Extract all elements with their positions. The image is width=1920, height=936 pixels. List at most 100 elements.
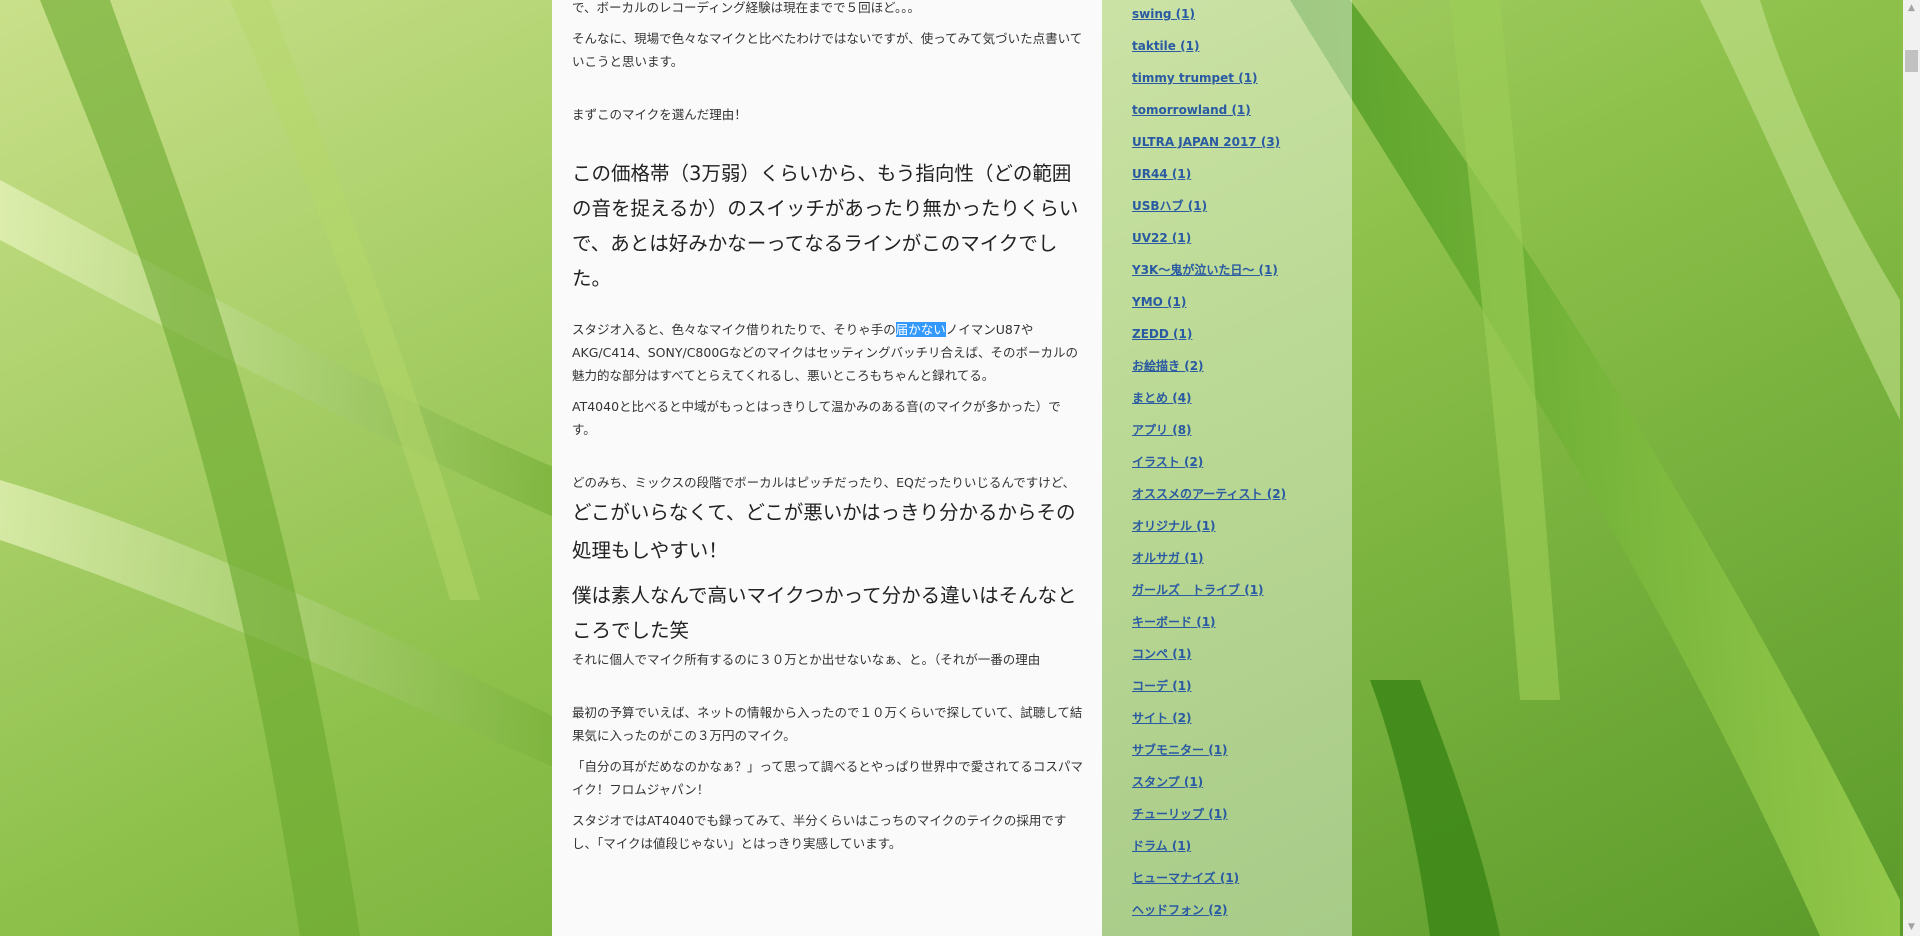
tag-link[interactable]: swing (1) [1132,7,1195,21]
tag-link[interactable]: ULTRA JAPAN 2017 (3) [1132,135,1280,149]
tag-list-item: キーボード (1) [1132,608,1286,640]
tag-label: USBハブ [1132,199,1184,213]
article-content: で、ボーカルのレコーディング経験は現在までで５回ほど。。。そんなに、現場で色々な… [552,0,1102,936]
tag-label: ヘッドフォン [1132,903,1205,917]
tag-label: tomorrowland [1132,103,1228,117]
tag-list: swing (1) taktile (1) timmy trumpet (1) tom… [1132,0,1286,928]
tag-link[interactable]: ガールズ トライブ (1) [1132,583,1264,597]
tag-link[interactable]: キーボード (1) [1132,615,1216,629]
sidebar-tag-list: swing (1) taktile (1) timmy trumpet (1) tom… [1102,0,1352,936]
tag-count: (1) [1180,39,1200,53]
tag-link[interactable]: USBハブ (1) [1132,199,1207,213]
scroll-down-arrow-icon[interactable]: ▼ [1903,919,1920,936]
tag-link[interactable]: まとめ (4) [1132,391,1192,405]
tag-label: ULTRA JAPAN 2017 [1132,135,1257,149]
tag-count: (2) [1183,455,1204,469]
tag-link[interactable]: スタンプ (1) [1132,775,1203,789]
tag-link[interactable]: オリジナル (1) [1132,519,1216,533]
tag-link[interactable]: ZEDD (1) [1132,327,1192,341]
tag-link[interactable]: コーデ (1) [1132,679,1192,693]
tag-count: (1) [1196,615,1216,629]
tag-link[interactable]: チューリップ (1) [1132,807,1228,821]
tag-label: YMO [1132,295,1163,309]
tag-label: サブモニター [1132,743,1205,757]
tag-link[interactable]: オルサガ (1) [1132,551,1204,565]
tag-link[interactable]: taktile (1) [1132,39,1199,53]
tag-link[interactable]: Y3K～鬼が泣いた日～ (1) [1132,263,1278,277]
paragraph-emphasis-text: どこがいらなくて、どこが悪いかはっきり分かるからその処理もしやすい！ [572,501,1076,562]
tag-list-item: timmy trumpet (1) [1132,64,1286,96]
tag-list-item: お絵描き (2) [1132,352,1286,384]
tag-label: お絵描き [1132,359,1181,373]
tag-list-item: サイト (2) [1132,704,1286,736]
tag-list-item: Y3K～鬼が泣いた日～ (1) [1132,256,1286,288]
tag-list-item: UR44 (1) [1132,160,1286,192]
tag-label: UV22 [1132,231,1168,245]
tag-count: (1) [1258,263,1278,277]
tag-list-item: コーデ (1) [1132,672,1286,704]
article-mixed-size-paragraph: どのみち、ミックスの段階でボーカルはピッチだったり、EQだったりいじるんですけど… [572,471,1084,570]
tag-link[interactable]: ヒューマナイズ (1) [1132,871,1239,885]
tag-list-item: チューリップ (1) [1132,800,1286,832]
tag-list-item: tomorrowland (1) [1132,96,1286,128]
tag-count: (1) [1208,807,1228,821]
tag-list-item: YMO (1) [1132,288,1286,320]
tag-link[interactable]: オススメのアーティスト (2) [1132,487,1286,501]
tag-count: (1) [1238,71,1258,85]
tag-list-item: taktile (1) [1132,32,1286,64]
tag-label: swing [1132,7,1172,21]
tag-link[interactable]: UV22 (1) [1132,231,1191,245]
tag-link[interactable]: timmy trumpet (1) [1132,71,1258,85]
tag-list-item: ドラム (1) [1132,832,1286,864]
tag-label: イラスト [1132,455,1180,469]
tag-count: (4) [1172,391,1192,405]
tag-link[interactable]: イラスト (2) [1132,455,1203,469]
tag-count: (1) [1171,167,1192,181]
tag-link[interactable]: コンペ (1) [1132,647,1192,661]
tag-label: timmy trumpet [1132,71,1235,85]
tag-count: (1) [1183,775,1204,789]
article-paragraph: AT4040と比べると中域がもっとはっきりして温かみのある音(のマイクが多かった… [572,399,1061,437]
tag-label: コンペ [1132,647,1169,661]
selected-text-highlight: 届かない [895,322,946,337]
tag-list-item: オリジナル (1) [1132,512,1286,544]
tag-count: (1) [1196,519,1216,533]
scroll-up-arrow-icon[interactable]: ▲ [1903,0,1920,17]
tag-label: コーデ [1132,679,1169,693]
tag-label: UR44 [1132,167,1168,181]
tag-link[interactable]: tomorrowland (1) [1132,103,1251,117]
scrollbar-thumb[interactable] [1905,50,1918,72]
article-paragraph: それに個人でマイク所有するのに３０万とか出せないなぁ、と。（それが一番の理由 [572,652,1041,667]
tag-count: (3) [1260,135,1281,149]
article-paragraph: 「自分の耳がだめなのかなぁ？」って思って調べるとやっぱり世界中で愛されてるコスパ… [572,759,1083,797]
tag-list-item: ヒューマナイズ (1) [1132,864,1286,896]
tag-label: オススメのアーティスト [1132,487,1263,501]
tag-label: まとめ [1132,391,1169,405]
tag-count: (1) [1172,679,1192,693]
tag-link[interactable]: ドラム (1) [1132,839,1191,853]
tag-list-item: ヘッドフォン (2) [1132,896,1286,928]
tag-count: (2) [1172,711,1192,725]
tag-label: オリジナル [1132,519,1193,533]
article-paragraph: で、ボーカルのレコーディング経験は現在までで５回ほど。。。 [572,0,921,15]
article-paragraph-with-selection: スタジオ入ると、色々なマイク借りれたりで、そりゃ手の届かないノイマンU87やAK… [572,318,1084,387]
article-paragraph: そんなに、現場で色々なマイクと比べたわけではないですが、使ってみて気づいた点書い… [572,31,1083,69]
tag-link[interactable]: お絵描き (2) [1132,359,1204,373]
tag-label: ガールズ トライブ [1132,583,1241,597]
article-body: で、ボーカルのレコーディング経験は現在までで５回ほど。。。そんなに、現場で色々な… [572,0,1084,863]
tag-link[interactable]: サイト (2) [1132,711,1192,725]
tag-label: taktile [1132,39,1176,53]
vertical-scrollbar[interactable]: ▲ ▼ [1903,0,1920,936]
tag-link[interactable]: アプリ (8) [1132,423,1192,437]
article-paragraph: スタジオではAT4040でも録ってみて、半分くらいはこっちのマイクのテイクの採用… [572,813,1067,851]
tag-link[interactable]: UR44 (1) [1132,167,1191,181]
tag-link[interactable]: YMO (1) [1132,295,1186,309]
tag-link[interactable]: サブモニター (1) [1132,743,1228,757]
tag-count: (8) [1172,423,1192,437]
tag-label: Y3K～鬼が泣いた日～ [1132,263,1255,277]
tag-count: (1) [1187,199,1208,213]
tag-link[interactable]: ヘッドフォン (2) [1132,903,1228,917]
